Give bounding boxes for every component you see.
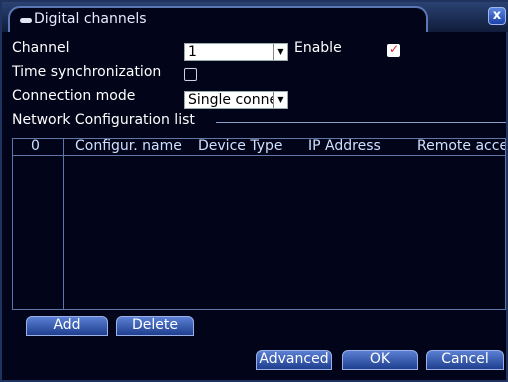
delete-button[interactable]: Delete — [116, 316, 194, 336]
chevron-down-icon[interactable]: ▼ — [273, 44, 287, 60]
window-icon — [20, 18, 32, 23]
cancel-button[interactable]: Cancel — [426, 350, 504, 370]
network-config-table[interactable]: 0 Configur. name Device Type IP Address … — [12, 138, 506, 310]
column-header-config-name[interactable]: Configur. name — [75, 139, 182, 154]
add-button[interactable]: Add — [26, 316, 108, 336]
advanced-button[interactable]: Advanced — [256, 350, 332, 370]
digital-channels-dialog: Digital channels x Channel 1 ▼ Enable ✓ … — [0, 0, 508, 382]
column-header-remote-access[interactable]: Remote acce — [417, 139, 505, 154]
column-header-index: 0 — [31, 138, 40, 154]
connection-mode-value: Single conne — [188, 92, 274, 108]
checkmark-icon: ✓ — [389, 42, 400, 56]
window-title: Digital channels — [34, 11, 147, 27]
group-divider — [216, 122, 506, 123]
table-header: 0 Configur. name Device Type IP Address … — [13, 139, 505, 156]
close-icon[interactable]: x — [488, 7, 506, 25]
column-divider — [63, 139, 64, 309]
column-header-device-type[interactable]: Device Type — [198, 139, 283, 154]
title-bar: Digital channels x — [2, 2, 508, 32]
connection-mode-label: Connection mode — [12, 88, 136, 104]
time-sync-label: Time synchronization — [12, 64, 162, 80]
enable-label: Enable — [294, 40, 342, 56]
connection-mode-select[interactable]: Single conne ▼ — [184, 91, 288, 109]
channel-label: Channel — [12, 40, 70, 56]
title-tab: Digital channels — [8, 6, 428, 32]
ok-button[interactable]: OK — [342, 350, 418, 370]
channel-select[interactable]: 1 ▼ — [184, 43, 288, 61]
chevron-down-icon[interactable]: ▼ — [273, 92, 287, 108]
column-header-ip-address[interactable]: IP Address — [308, 139, 381, 154]
channel-value: 1 — [188, 44, 197, 60]
time-sync-checkbox[interactable] — [184, 68, 197, 81]
network-list-title: Network Configuration list — [12, 112, 195, 128]
enable-checkbox[interactable]: ✓ — [387, 42, 400, 57]
